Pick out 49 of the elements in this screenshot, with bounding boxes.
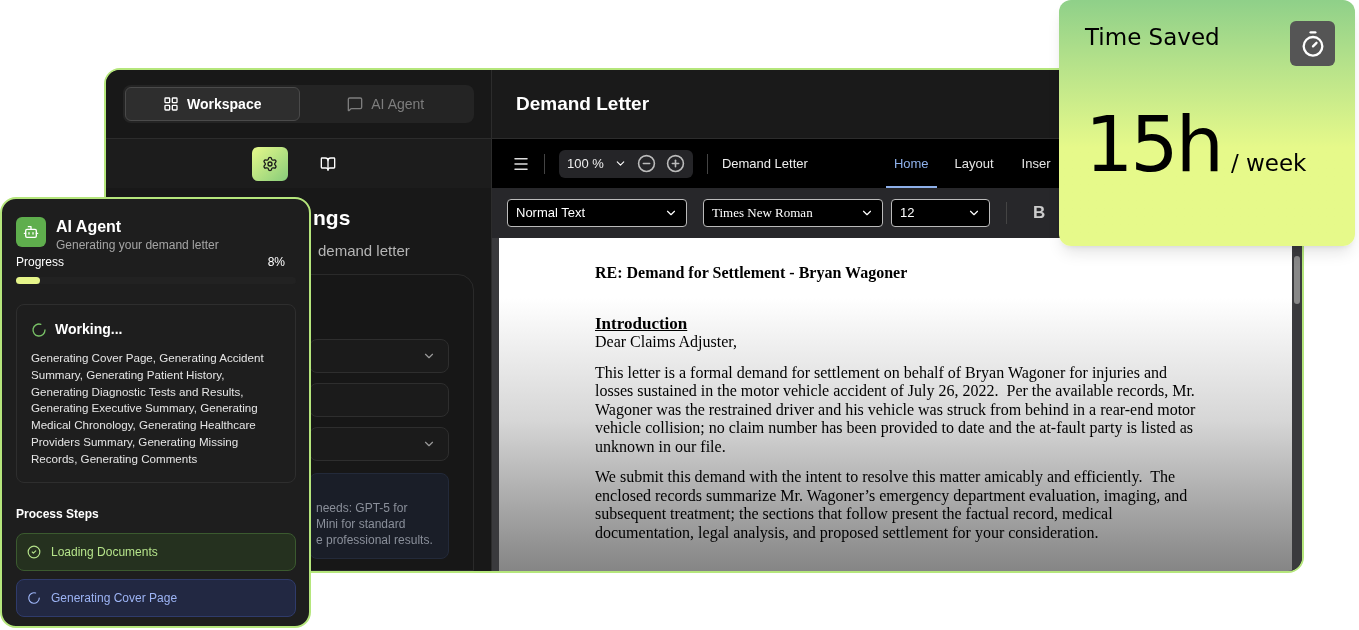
select-field[interactable] — [309, 339, 449, 373]
step-label: Generating Cover Page — [51, 589, 178, 607]
grid-icon — [163, 96, 179, 112]
info-text: needs: GPT-5 for — [316, 500, 409, 516]
workspace-tab[interactable]: AI Agent — [299, 87, 472, 121]
steps-title: Process Steps — [16, 505, 100, 523]
section-heading: Introduction — [595, 314, 689, 333]
working-text: Generating Cover Page, Generating Accident Summary, Generating Patient History, Generating Diagnostic Tests and Results, Generating Executive Summary, Generating Medical Chronology, Generating Healthcare Providers Summary, Generating Missing Records, Generating Comments — [31, 350, 265, 467]
progress-value: 8% — [267, 254, 285, 270]
workspace-tab[interactable]: Workspace — [125, 87, 300, 121]
card-title: Time Saved — [1085, 23, 1220, 52]
progress-label: Progress — [16, 254, 65, 270]
gear-icon — [261, 155, 278, 172]
document-subject: RE: Demand for Settlement - Bryan Wagoner — [595, 264, 909, 283]
settings-heading: ngs — [313, 205, 352, 231]
agent-title: AI Agent — [56, 217, 123, 237]
size-select[interactable]: 12 — [891, 199, 990, 227]
font-select[interactable]: Times New Roman — [703, 199, 883, 227]
time-value: 15h — [1085, 100, 1221, 190]
book-icon — [319, 155, 336, 172]
settings-subtitle: demand letter — [317, 241, 411, 261]
document-title: Demand Letter — [516, 91, 650, 116]
document-paragraph: We submit this demand with the intent to resolve this matter amicably and efficiently. The enclosed records summarize Mr. Wagoner’s emergency department evaluation, imaging, and subsequent treatment; the sections that follow present the factual record, medical documentation, legal analysis, and proposed settlement for your consideration. — [595, 468, 1189, 542]
scrollbar-thumb[interactable] — [1294, 256, 1300, 304]
settings-tab[interactable] — [251, 146, 288, 181]
info-text: Mini for standard — [316, 516, 407, 532]
stopwatch-icon — [1290, 21, 1335, 66]
working-title: Working... — [55, 320, 123, 339]
style-select[interactable]: Normal Text — [507, 199, 687, 227]
agent-subtitle: Generating your demand letter — [56, 237, 219, 253]
info-text: e professional results. — [316, 532, 434, 548]
spinner-icon — [31, 321, 47, 338]
time-unit: / week — [1230, 149, 1307, 178]
document-name: Demand Letter — [721, 154, 808, 173]
ribbon-tab[interactable]: Layout — [944, 139, 1004, 188]
spinner-icon — [27, 590, 41, 605]
check-icon — [27, 544, 41, 559]
document-paragraph: This letter is a formal demand for settlement on behalf of Bryan Wagoner for injuries and losses sustained in the motor vehicle accident of July 26, 2022. Per the available records, Mr. Wagoner was the restrained driver and his vehicle was struck from behind in a rear-end motor vehicle collision; no claim number has been provided to date and the at-fault party is listed as unknown in our file. — [595, 363, 1196, 456]
zoom-value[interactable]: 100 % — [567, 153, 604, 174]
robot-icon — [16, 217, 46, 247]
step-label: Loading Documents — [51, 543, 158, 561]
bold-button[interactable]: B — [1023, 200, 1056, 226]
zoom-out-icon[interactable] — [636, 154, 656, 173]
input-field[interactable] — [309, 383, 449, 417]
zoom-in-icon[interactable] — [665, 154, 685, 173]
chat-icon — [347, 96, 364, 112]
salutation: Dear Claims Adjuster, — [595, 333, 738, 352]
ribbon-tab[interactable]: Inser — [1011, 139, 1061, 188]
select-field[interactable] — [309, 427, 449, 461]
